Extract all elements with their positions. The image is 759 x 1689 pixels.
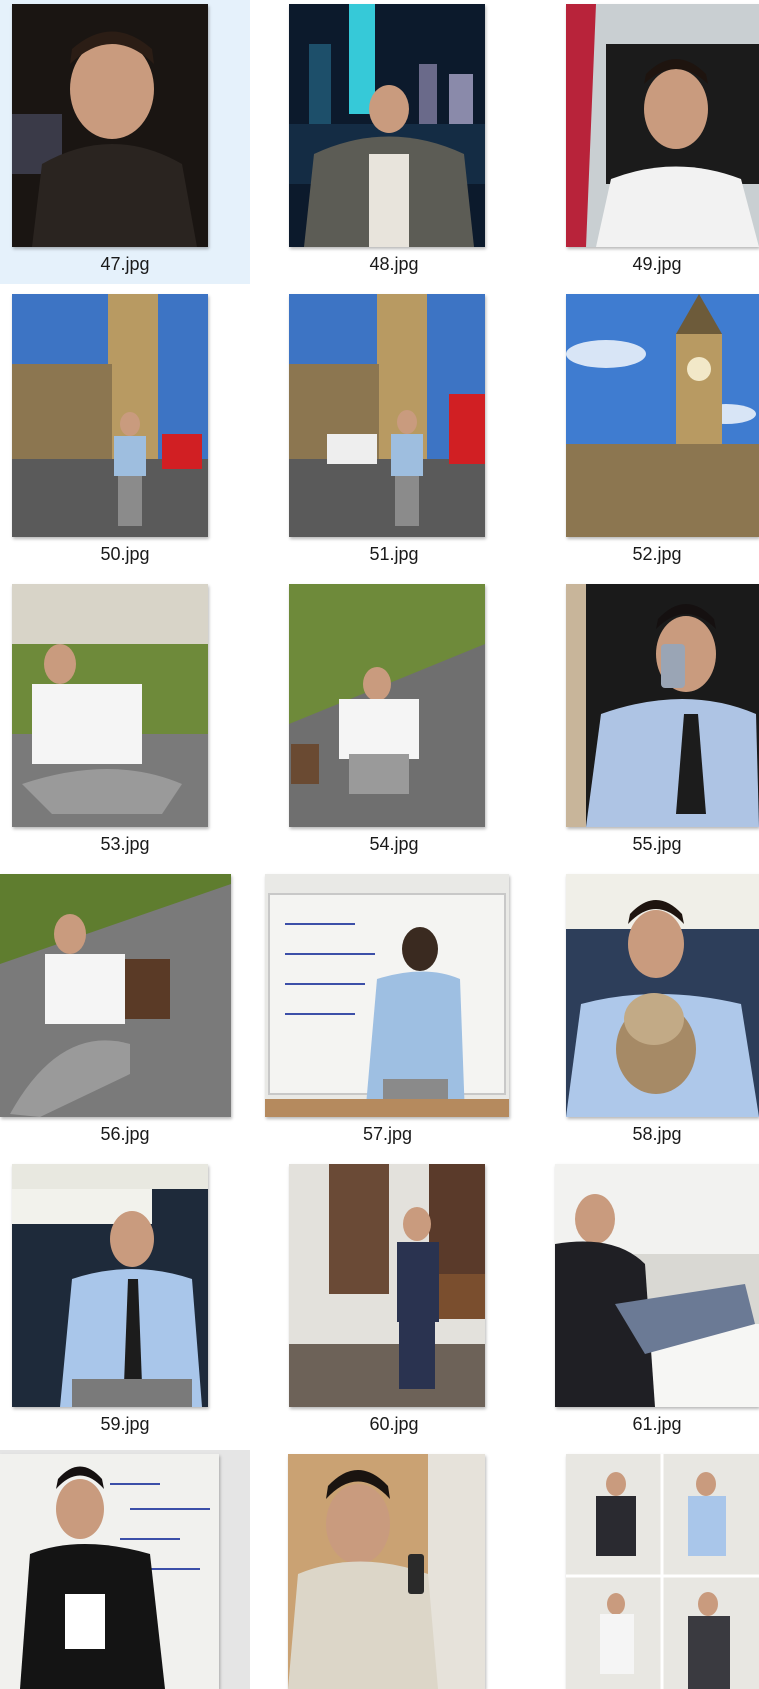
photo-thumbnail-icon <box>265 874 509 1117</box>
file-tile[interactable]: 47.jpg <box>0 0 250 284</box>
file-tile[interactable]: 54.jpg <box>278 580 510 864</box>
file-name-label: 51.jpg <box>369 544 419 564</box>
photo-thumbnail-icon <box>289 1164 485 1407</box>
file-tile[interactable]: 58.jpg <box>555 870 759 1154</box>
file-tile[interactable]: 61.jpg <box>555 1160 759 1444</box>
photo-thumbnail-icon <box>12 294 208 537</box>
file-tile[interactable]: 49.jpg <box>555 0 759 284</box>
photo-thumbnail-icon <box>566 4 759 247</box>
file-tile[interactable] <box>278 1450 510 1689</box>
file-tile[interactable]: 48.jpg <box>278 0 510 284</box>
photo-thumbnail-icon <box>566 1454 759 1689</box>
file-tile[interactable]: 59.jpg <box>0 1160 250 1444</box>
photo-thumbnail-icon <box>288 1454 485 1689</box>
file-tile[interactable]: 56.jpg <box>0 870 250 1154</box>
file-tile[interactable]: 55.jpg <box>555 580 759 864</box>
photo-thumbnail-icon <box>12 4 208 247</box>
file-name-label: 52.jpg <box>632 544 682 564</box>
photo-thumbnail-icon <box>12 1164 208 1407</box>
photo-thumbnail-icon <box>566 584 759 827</box>
file-grid: 47.jpg 48.jpg 49.jpg 50.jpg 51.jpg 52.jp… <box>0 0 759 1689</box>
file-name-label: 48.jpg <box>369 254 419 274</box>
file-tile[interactable]: 57.jpg <box>265 870 510 1154</box>
photo-thumbnail-icon <box>0 1454 219 1689</box>
file-name-label: 58.jpg <box>632 1124 682 1144</box>
file-name-label: 50.jpg <box>100 544 150 564</box>
file-name-label: 53.jpg <box>100 834 150 854</box>
photo-thumbnail-icon <box>566 874 759 1117</box>
file-name-label: 49.jpg <box>632 254 682 274</box>
photo-thumbnail-icon <box>0 874 231 1117</box>
file-name-label: 54.jpg <box>369 834 419 854</box>
file-name-label: 47.jpg <box>100 254 150 274</box>
photo-thumbnail-icon <box>12 584 208 827</box>
file-name-label: 55.jpg <box>632 834 682 854</box>
file-tile[interactable]: 51.jpg <box>278 290 510 574</box>
file-name-label: 61.jpg <box>632 1414 682 1434</box>
file-name-label: 57.jpg <box>362 1124 413 1144</box>
file-name-label: 56.jpg <box>100 1124 150 1144</box>
photo-thumbnail-icon <box>289 584 485 827</box>
photo-thumbnail-icon <box>289 294 485 537</box>
file-tile[interactable]: 52.jpg <box>555 290 759 574</box>
file-tile[interactable] <box>0 1450 250 1689</box>
photo-thumbnail-icon <box>555 1164 759 1407</box>
file-name-label: 60.jpg <box>369 1414 419 1434</box>
photo-thumbnail-icon <box>289 4 485 247</box>
file-tile[interactable] <box>555 1450 759 1689</box>
file-name-label: 59.jpg <box>100 1414 150 1434</box>
file-tile[interactable]: 53.jpg <box>0 580 250 864</box>
file-tile[interactable]: 50.jpg <box>0 290 250 574</box>
file-tile[interactable]: 60.jpg <box>278 1160 510 1444</box>
photo-thumbnail-icon <box>566 294 759 537</box>
